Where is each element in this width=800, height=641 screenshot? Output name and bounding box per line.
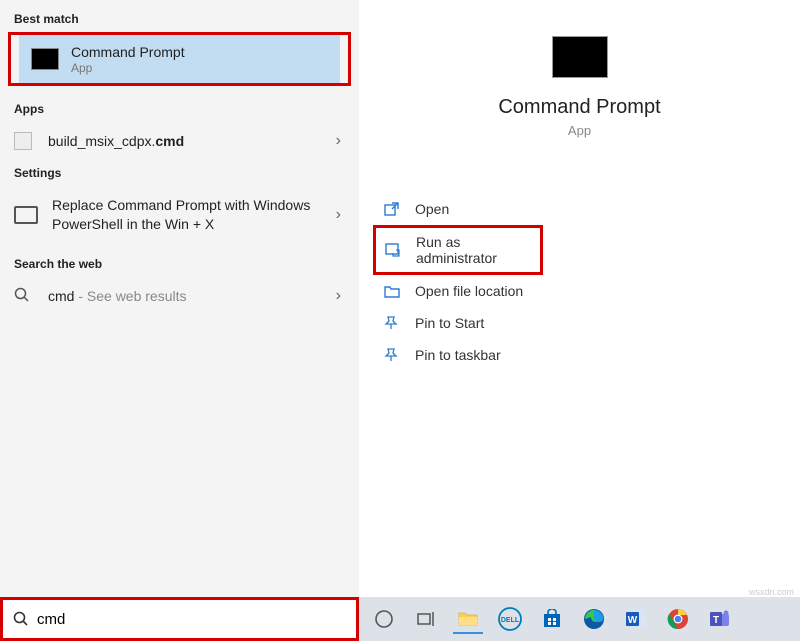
preview-type: App	[359, 123, 800, 138]
svg-text:T: T	[713, 615, 719, 626]
result-title: Replace Command Prompt with Windows Powe…	[52, 196, 345, 232]
action-label: Run as administrator	[416, 234, 528, 266]
script-file-icon	[14, 132, 32, 150]
result-title: build_msix_cdpx.cmd	[48, 132, 345, 150]
result-replace-cmd-powershell[interactable]: Replace Command Prompt with Windows Powe…	[0, 186, 359, 242]
chevron-right-icon[interactable]: ›	[336, 132, 341, 150]
folder-icon	[383, 283, 401, 299]
display-settings-icon	[14, 206, 38, 224]
cmd-icon	[31, 48, 59, 70]
apps-header: Apps	[0, 96, 359, 122]
chevron-right-icon[interactable]: ›	[336, 206, 341, 224]
action-label: Open file location	[415, 283, 523, 299]
best-match-header: Best match	[0, 6, 359, 32]
pin-start-icon	[383, 315, 401, 331]
taskbar: DELL W T	[359, 597, 800, 641]
teams-icon[interactable]: T	[705, 604, 735, 634]
file-explorer-icon[interactable]	[453, 604, 483, 634]
action-label: Pin to taskbar	[415, 347, 501, 363]
preview-panel: Command Prompt App Open Run as administr…	[359, 0, 800, 597]
actions-list: Open Run as administrator Open file loca…	[359, 193, 800, 371]
search-results-panel: Best match Command Prompt App Apps build…	[0, 0, 359, 597]
action-pin-to-start[interactable]: Pin to Start	[377, 307, 800, 339]
action-pin-to-taskbar[interactable]: Pin to taskbar	[377, 339, 800, 371]
watermark: wsxdn.com	[749, 587, 794, 597]
highlight-best-match: Command Prompt App	[8, 32, 351, 86]
word-icon[interactable]: W	[621, 604, 651, 634]
cortana-icon[interactable]	[369, 604, 399, 634]
search-bar[interactable]	[0, 597, 359, 641]
action-open[interactable]: Open	[377, 193, 800, 225]
action-label: Open	[415, 201, 449, 217]
action-open-file-location[interactable]: Open file location	[377, 275, 800, 307]
result-command-prompt[interactable]: Command Prompt App	[19, 35, 340, 83]
action-run-as-admin[interactable]: Run as administrator	[373, 225, 543, 275]
svg-text:DELL: DELL	[501, 617, 520, 624]
preview-header: Command Prompt App	[359, 0, 800, 138]
pin-taskbar-icon	[383, 347, 401, 363]
result-build-script[interactable]: build_msix_cdpx.cmd ›	[0, 122, 359, 160]
chrome-icon[interactable]	[663, 604, 693, 634]
settings-header: Settings	[0, 160, 359, 186]
action-label: Pin to Start	[415, 315, 484, 331]
search-icon	[14, 287, 32, 305]
edge-icon[interactable]	[579, 604, 609, 634]
search-input[interactable]	[37, 611, 346, 628]
store-icon[interactable]	[537, 604, 567, 634]
preview-title: Command Prompt	[359, 96, 800, 119]
result-hint: - See web results	[74, 288, 186, 304]
chevron-right-icon[interactable]: ›	[336, 287, 341, 305]
svg-text:W: W	[628, 615, 638, 626]
result-title: cmd	[48, 288, 74, 304]
search-icon	[13, 611, 29, 627]
open-icon	[383, 201, 401, 217]
cmd-preview-icon	[552, 36, 608, 78]
result-web-cmd[interactable]: cmd - See web results ›	[0, 277, 359, 316]
result-subtitle: App	[71, 61, 328, 75]
web-header: Search the web	[0, 251, 359, 277]
result-title: Command Prompt	[71, 43, 328, 61]
dell-icon[interactable]: DELL	[495, 604, 525, 634]
admin-icon	[384, 242, 402, 258]
task-view-icon[interactable]	[411, 604, 441, 634]
